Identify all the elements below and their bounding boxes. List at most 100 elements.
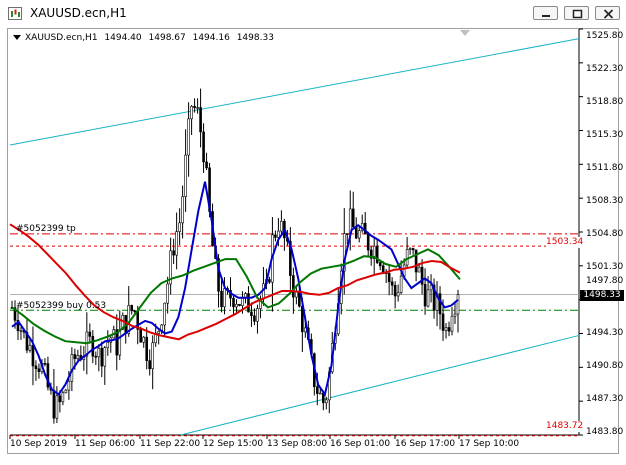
- candle-bull: [426, 289, 430, 307]
- candle-bull: [187, 118, 190, 156]
- candle-bull: [324, 399, 328, 404]
- price-label: 1487.30: [586, 394, 624, 404]
- candle-bear: [31, 344, 35, 367]
- candle-bear: [133, 310, 137, 313]
- price-label: 1483.80: [586, 427, 624, 437]
- candle-bear: [414, 249, 418, 273]
- price-chart[interactable]: [0, 0, 626, 465]
- candle-bull: [106, 341, 110, 348]
- candle-bull: [184, 154, 187, 197]
- candle-bull: [166, 283, 169, 304]
- candle-bear: [145, 336, 148, 361]
- chart-shift-marker-icon[interactable]: [460, 30, 470, 36]
- candle-bear: [73, 354, 77, 360]
- candle-bear: [363, 222, 367, 235]
- candle-bear: [193, 106, 196, 109]
- price-label: 1508.30: [586, 196, 624, 206]
- high-price: 1498.67: [148, 33, 186, 43]
- candle-bear: [441, 313, 445, 331]
- lower-channel-line: [180, 334, 580, 436]
- candle-bear: [381, 265, 385, 273]
- candle-bull: [76, 355, 80, 360]
- candle-bull: [61, 392, 65, 403]
- candle-bear: [199, 107, 202, 133]
- candle-bull: [55, 395, 59, 419]
- candle-bull: [256, 308, 259, 322]
- candle-bull: [67, 380, 71, 391]
- candle-bear: [292, 275, 295, 298]
- candle-bear: [94, 355, 98, 358]
- candle-bull: [295, 291, 298, 298]
- candle-bull: [223, 288, 226, 308]
- candle-bull: [103, 347, 107, 367]
- candle-bear: [52, 389, 56, 419]
- candle-bear: [274, 234, 277, 238]
- candle-bear: [387, 273, 391, 283]
- candle-bear: [100, 347, 104, 367]
- time-label: 12 Sep 15:00: [203, 439, 264, 449]
- candle-bear: [43, 363, 47, 365]
- time-label: 17 Sep 10:00: [459, 439, 520, 449]
- time-label: 16 Sep 01:00: [330, 439, 391, 449]
- candle-bull: [163, 302, 166, 326]
- symbol-label: XAUUSD.ecn,H1: [25, 33, 98, 43]
- candle-bull: [280, 220, 283, 232]
- candle-bear: [34, 365, 38, 370]
- candle-bear: [172, 250, 175, 256]
- candle-bull: [181, 196, 184, 224]
- price-label: 1497.80: [586, 276, 624, 286]
- price-label: 1511.80: [586, 163, 624, 173]
- candle-bear: [130, 305, 134, 312]
- candle-bear: [232, 297, 235, 308]
- price-label: 1504.80: [586, 229, 624, 239]
- dropdown-triangle-icon[interactable]: [13, 35, 21, 40]
- candle-bull: [399, 275, 403, 293]
- window-bottom-edge: [0, 454, 626, 465]
- price-label: 1490.80: [586, 361, 624, 371]
- candle-bull: [157, 331, 160, 334]
- candle-bull: [175, 231, 178, 256]
- candle-bear: [37, 368, 41, 372]
- candle-bear: [250, 311, 253, 317]
- candle-bear: [316, 386, 319, 394]
- candle-bear: [390, 281, 394, 286]
- price-label: 1522.30: [586, 64, 624, 74]
- low-price: 1494.16: [192, 33, 230, 43]
- time-label: 13 Sep 08:00: [267, 439, 328, 449]
- candle-bear: [345, 233, 349, 235]
- price-label: 1515.30: [586, 130, 624, 140]
- candle-bull: [357, 230, 361, 239]
- upper-channel-line: [9, 38, 580, 146]
- candle-bull: [277, 230, 280, 238]
- price-label: 1518.80: [586, 97, 624, 107]
- candle-bear: [438, 293, 442, 315]
- candle-bull: [444, 327, 448, 331]
- candle-bear: [238, 303, 241, 306]
- level-label-high: 1503.34: [546, 237, 584, 248]
- candle-bull: [396, 292, 400, 297]
- price-label: 1501.30: [586, 262, 624, 272]
- candle-bull: [241, 297, 244, 306]
- time-label: 10 Sep 2019: [10, 439, 68, 449]
- close-price: 1498.33: [236, 33, 274, 43]
- candle-bull: [64, 389, 68, 394]
- time-label: 16 Sep 17:00: [395, 439, 456, 449]
- candle-bear: [202, 131, 205, 163]
- candle-bear: [253, 315, 256, 322]
- candle-bear: [220, 290, 223, 308]
- current-price-tag: 1498.33: [580, 290, 624, 301]
- candle-bear: [91, 336, 95, 357]
- candle-bull: [453, 313, 457, 317]
- buy-order-label[interactable]: #5052399 buy 0.53: [16, 301, 106, 311]
- candle-bear: [351, 208, 355, 228]
- take-profit-label[interactable]: #5052399 tp: [16, 224, 76, 234]
- candle-bull: [196, 107, 199, 109]
- candle-bull: [456, 294, 460, 315]
- candle-bear: [411, 248, 415, 251]
- candle-bear: [378, 262, 382, 267]
- candle-bull: [142, 336, 146, 343]
- candle-bear: [393, 284, 397, 297]
- candle-bull: [408, 248, 412, 250]
- candle-bull: [97, 347, 101, 358]
- candle-bull: [151, 342, 154, 370]
